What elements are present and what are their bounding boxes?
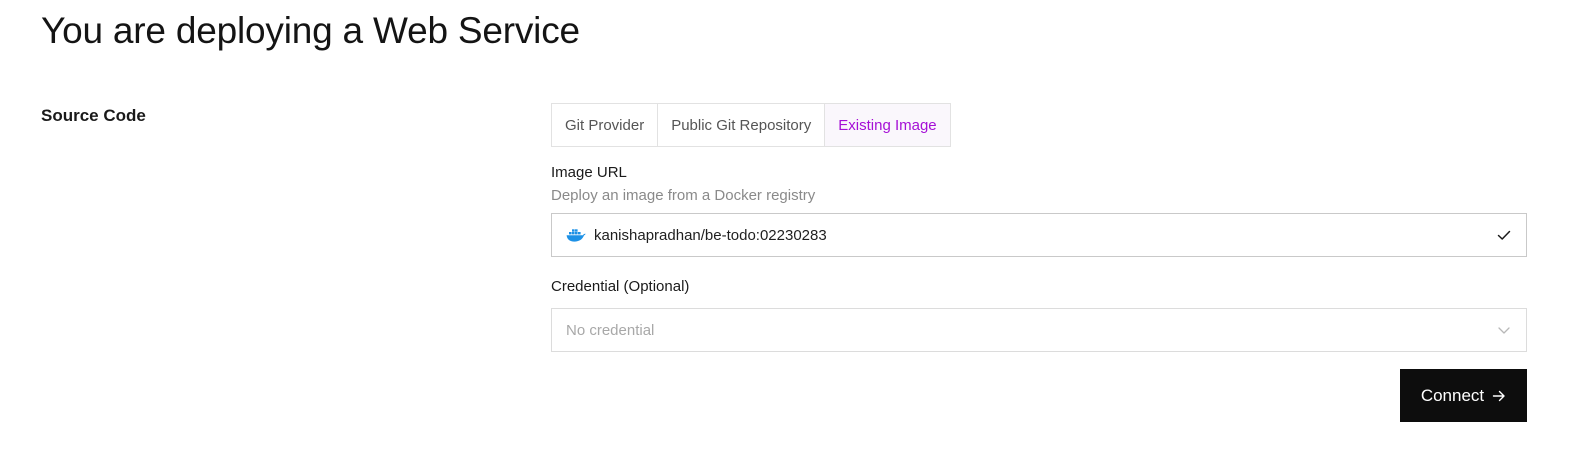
source-form: Git Provider Public Git Repository Exist…: [551, 103, 1527, 422]
check-icon: [1496, 227, 1512, 243]
image-url-help: Deploy an image from a Docker registry: [551, 187, 816, 204]
source-code-label: Source Code: [41, 106, 146, 125]
page-title: You are deploying a Web Service: [41, 10, 580, 51]
credential-label: Credential (Optional): [551, 278, 690, 295]
tab-git-provider[interactable]: Git Provider: [551, 103, 659, 147]
docker-icon: [566, 227, 586, 243]
form-actions: Connect: [551, 369, 1527, 422]
credential-placeholder: No credential: [566, 321, 655, 339]
arrow-right-icon: [1492, 389, 1506, 403]
credential-select[interactable]: No credential: [551, 308, 1527, 352]
tab-public-git-repository[interactable]: Public Git Repository: [658, 103, 826, 147]
chevron-down-icon: [1496, 322, 1512, 338]
image-url-value: kanishapradhan/be-todo:02230283: [594, 226, 827, 244]
source-tabs: Git Provider Public Git Repository Exist…: [551, 103, 1527, 147]
deploy-page: You are deploying a Web Service Source C…: [0, 0, 1582, 452]
tab-existing-image[interactable]: Existing Image: [825, 103, 951, 147]
connect-button-label: Connect: [1420, 385, 1485, 405]
image-url-input[interactable]: kanishapradhan/be-todo:02230283: [551, 213, 1527, 257]
connect-button[interactable]: Connect: [1400, 369, 1527, 422]
image-url-label: Image URL: [551, 164, 627, 181]
